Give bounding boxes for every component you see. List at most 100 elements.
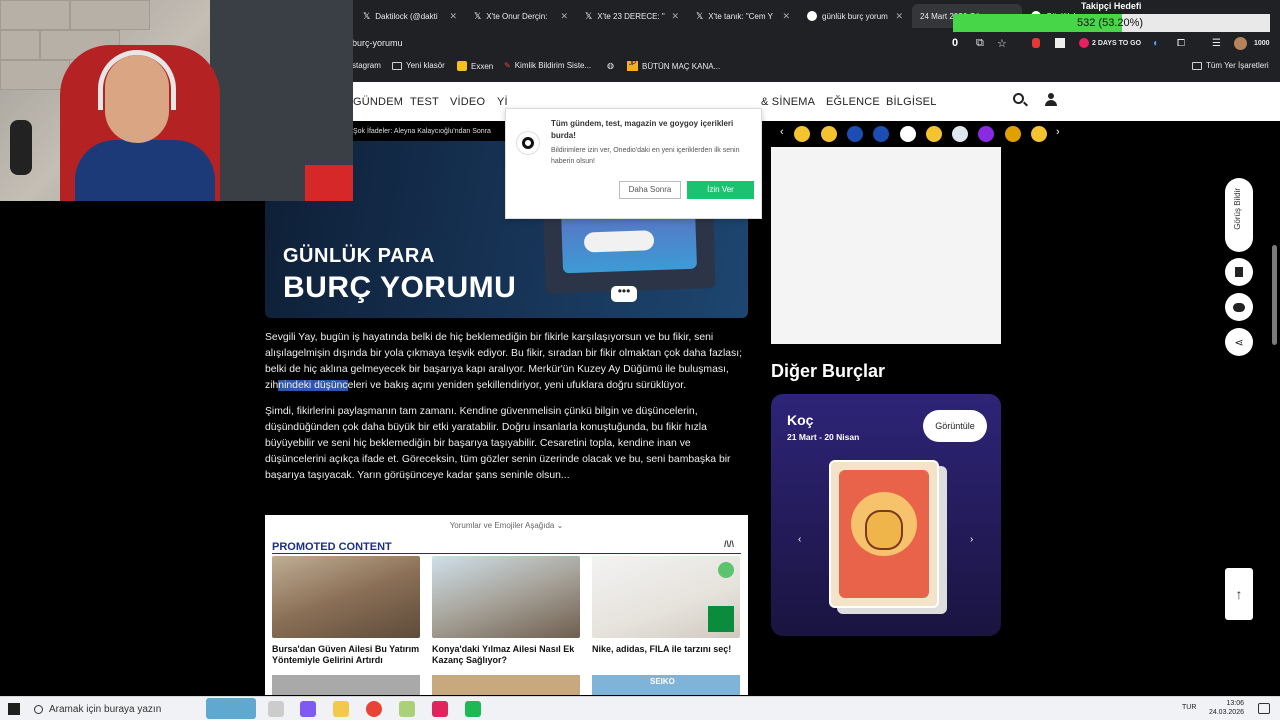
emoji-sad-icon[interactable] bbox=[794, 126, 810, 142]
follower-progress-text: 532 (53.20%) bbox=[1077, 17, 1144, 29]
nav-sinema[interactable]: & SİNEMA bbox=[761, 96, 815, 108]
search-icon bbox=[34, 704, 43, 714]
app-green-icon[interactable] bbox=[465, 701, 481, 717]
copilot-icon[interactable] bbox=[300, 701, 316, 717]
emoji-ok-icon[interactable] bbox=[900, 126, 916, 142]
bookmark-kimlik[interactable]: ✎ Kimlik Bildirim Siste... bbox=[504, 61, 591, 70]
nav-yi[interactable]: Yİ bbox=[497, 96, 508, 108]
emoji-cool-icon[interactable] bbox=[926, 126, 942, 142]
bookmark-yeni-klasor[interactable]: Yeni klasör bbox=[392, 61, 445, 70]
nav-test[interactable]: TEST bbox=[410, 96, 439, 108]
tab-tanik[interactable]: 𝕏 X'te tanık: "Cem Y ✕ bbox=[688, 4, 798, 28]
tab-daktilock[interactable]: 𝕏 Daktilock (@dakti ✕ bbox=[355, 4, 465, 28]
ad-placeholder bbox=[771, 147, 1001, 344]
nav-eglence[interactable]: EĞLENCE bbox=[826, 96, 880, 108]
onedio-logo-icon bbox=[516, 131, 540, 155]
tab-burc-search[interactable]: günlük burç yorum ✕ bbox=[799, 4, 911, 28]
clock[interactable]: 13:06 24.03.2026 bbox=[1209, 699, 1244, 717]
zodiac-dates: 21 Mart - 20 Nisan bbox=[787, 432, 860, 442]
view-sign-button[interactable]: Görüntüle bbox=[923, 410, 987, 442]
news-ticker[interactable]: Şok İfadeler: Aleyna Kalaycıoğlu'ndan So… bbox=[353, 128, 491, 135]
scrollbar[interactable] bbox=[1272, 245, 1277, 345]
green-circle-icon bbox=[718, 562, 734, 578]
zodiac-name: Koç bbox=[787, 412, 814, 428]
carousel-prev-icon[interactable]: ‹ bbox=[798, 534, 801, 545]
avatar[interactable] bbox=[1234, 36, 1247, 50]
comments-hint[interactable]: Yorumlar ve Emojiler Aşağıda ⌄ bbox=[265, 521, 748, 530]
tab-onur[interactable]: 𝕏 X'te Onur Derçin: ✕ bbox=[466, 4, 576, 28]
emoji-snow-icon[interactable] bbox=[952, 126, 968, 142]
close-icon[interactable]: ✕ bbox=[671, 11, 679, 22]
share-icon[interactable]: ⋖ bbox=[1225, 328, 1253, 356]
windows-start-icon[interactable] bbox=[8, 703, 20, 715]
x-logo-icon: 𝕏 bbox=[474, 10, 482, 21]
emoji-badge2-icon[interactable] bbox=[873, 126, 889, 142]
explorer-icon[interactable] bbox=[333, 701, 349, 717]
selected-text: nindeki düşünc bbox=[278, 380, 348, 391]
emoji-heart-icon[interactable] bbox=[1031, 126, 1047, 142]
promo-item-2[interactable]: Konya'daki Yılmaz Ailesi Nasıl Ek Kazanç… bbox=[432, 556, 580, 665]
app-red-icon[interactable] bbox=[432, 701, 448, 717]
bookmark-icon[interactable] bbox=[1225, 258, 1253, 286]
carousel-next-icon[interactable]: › bbox=[970, 534, 973, 545]
emoji-purple-icon[interactable] bbox=[978, 126, 994, 142]
hero-title-line2: BURÇ YORUMU bbox=[283, 271, 517, 304]
bookmark-all[interactable]: Tüm Yer İşaretleri bbox=[1192, 61, 1269, 70]
feedback-button[interactable]: Görüş Bildir bbox=[1225, 178, 1253, 252]
star-icon[interactable]: ☆ bbox=[997, 37, 1007, 50]
scroll-to-top-icon[interactable]: ↑ bbox=[1225, 568, 1253, 620]
menu-list-icon[interactable]: ☰ bbox=[1212, 38, 1221, 49]
nav-video[interactable]: VİDEO bbox=[450, 96, 485, 108]
extension-pink-icon[interactable] bbox=[1079, 38, 1089, 48]
dots-badge: ••• bbox=[611, 285, 637, 302]
promo-title: Nike, adidas, FILA ile tarzını seç! bbox=[592, 644, 732, 654]
promo-image-couple2 bbox=[432, 556, 580, 638]
bookmark-mac-kanal[interactable]: JP BÜTÜN MAÇ KANA... bbox=[627, 61, 720, 71]
promo-image-fashion bbox=[592, 556, 740, 638]
puzzle-icon[interactable]: ⧠ bbox=[1177, 38, 1185, 49]
lang-indicator[interactable]: TUR bbox=[1182, 704, 1196, 711]
search-art-icon bbox=[206, 698, 256, 719]
emoji-badge-icon[interactable] bbox=[847, 126, 863, 142]
screenshot-icon[interactable]: ⧉ bbox=[976, 37, 984, 50]
close-icon[interactable]: ✕ bbox=[782, 11, 790, 22]
pen-icon: ✎ bbox=[504, 61, 511, 70]
search-icon-handle bbox=[1023, 101, 1028, 107]
nav-gundem[interactable]: GÜNDEM bbox=[353, 96, 403, 108]
promo-item-3[interactable]: Nike, adidas, FILA ile tarzını seç! bbox=[592, 556, 740, 655]
x-logo-icon: 𝕏 bbox=[696, 10, 704, 21]
extension-red-icon[interactable] bbox=[1032, 38, 1040, 48]
exxen-icon bbox=[457, 61, 467, 71]
comments-icon[interactable] bbox=[1225, 293, 1253, 321]
x-logo-icon: 𝕏 bbox=[363, 10, 371, 21]
prev-arrow-icon[interactable]: ‹ bbox=[780, 126, 784, 138]
notepad-icon[interactable] bbox=[399, 701, 415, 717]
bookmark-instagram[interactable]: stagram bbox=[352, 61, 381, 70]
bookmark-globe[interactable]: ◍ bbox=[607, 61, 614, 70]
flag bbox=[305, 165, 353, 201]
later-button[interactable]: Daha Sonra bbox=[619, 181, 681, 199]
chrome-icon[interactable] bbox=[366, 701, 382, 717]
folder-icon bbox=[392, 61, 402, 70]
close-icon[interactable]: ✕ bbox=[895, 11, 903, 22]
emoji-gold-icon[interactable] bbox=[1005, 126, 1021, 142]
tab-23-derece[interactable]: 𝕏 X'te 23 DERECE: " ✕ bbox=[577, 4, 687, 28]
user-icon[interactable] bbox=[1045, 93, 1057, 107]
nav-bilgisel[interactable]: BİLGİSEL bbox=[886, 96, 937, 108]
task-view-icon[interactable] bbox=[268, 701, 284, 717]
extension-white-icon[interactable] bbox=[1055, 38, 1065, 48]
notification-icon[interactable] bbox=[1258, 703, 1270, 714]
close-icon[interactable]: ✕ bbox=[449, 11, 457, 22]
allow-button[interactable]: İzin Ver bbox=[687, 181, 754, 199]
emoji-laugh-icon[interactable] bbox=[821, 126, 837, 142]
promo-title: Konya'daki Yılmaz Ailesi Nasıl Ek Kazanç… bbox=[432, 644, 575, 665]
next-arrow-icon[interactable]: › bbox=[1056, 126, 1060, 138]
promo-image-watch bbox=[272, 675, 420, 695]
address-bar[interactable]: burç-yorumu 0 ⧉ ☆ 2 DAYS TO GO ◖ ⧠ ☰ 100… bbox=[352, 32, 1280, 54]
follower-target-widget: Takipçi Hedefi 532 (53.20%) bbox=[953, 1, 1270, 34]
promo-item-1[interactable]: Bursa'dan Güven Ailesi Bu Yatırım Yöntem… bbox=[272, 556, 420, 665]
close-icon[interactable]: ✕ bbox=[560, 11, 568, 22]
hero-title-line1: GÜNLÜK PARA bbox=[283, 245, 435, 267]
bookmark-exxen[interactable]: Exxen bbox=[457, 61, 493, 71]
wave-icon[interactable]: ◖ bbox=[1152, 38, 1158, 49]
